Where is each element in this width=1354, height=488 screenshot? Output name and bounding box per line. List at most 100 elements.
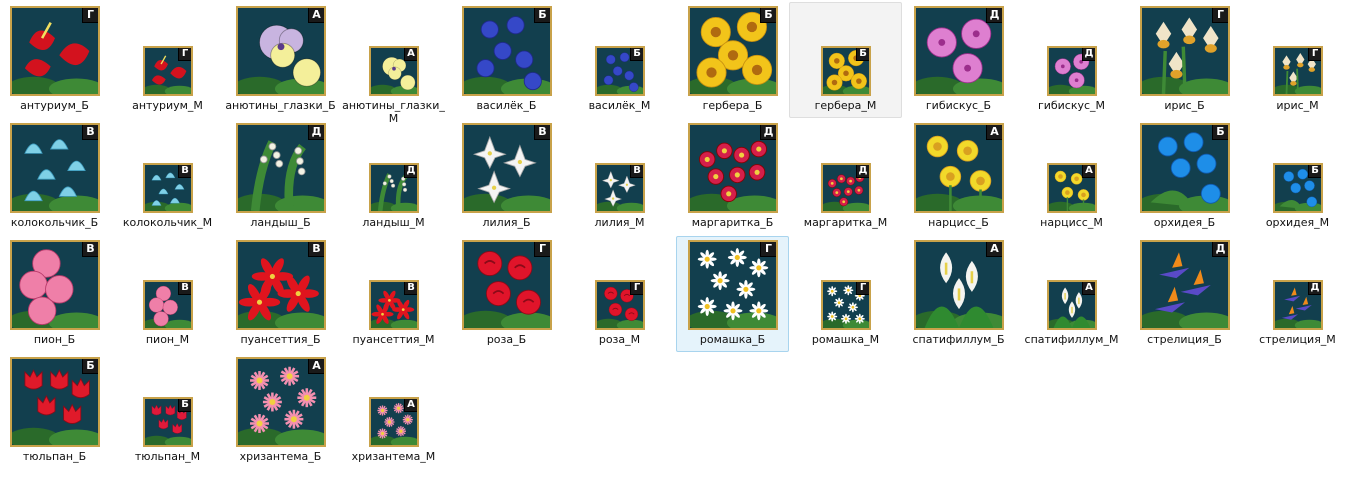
file-item[interactable]: Влилия_Б (450, 119, 563, 235)
file-thumbnail: А (369, 397, 419, 447)
file-thumbnail: В (236, 240, 326, 330)
file-item[interactable]: Анарцисс_М (1015, 119, 1128, 235)
file-name-label: антуриум_М (132, 99, 203, 112)
file-name-label: орхидея_М (1265, 216, 1330, 229)
file-item[interactable]: Гирис_М (1241, 2, 1354, 118)
file-item[interactable]: Гроза_Б (450, 236, 563, 352)
file-item[interactable]: Бгербера_М (789, 2, 902, 118)
file-name-label: колокольчик_М (122, 216, 213, 229)
file-name-label: хризантема_М (351, 450, 436, 463)
file-thumbnail: Д (1273, 280, 1323, 330)
file-item[interactable]: Бтюльпан_Б (0, 353, 111, 469)
file-name-label: орхидея_Б (1153, 216, 1216, 229)
file-name-label: пион_Б (33, 333, 76, 346)
file-name-label: нарцисс_М (1040, 216, 1103, 229)
file-name-label: гибискус_М (1037, 99, 1106, 112)
letter-badge: В (179, 282, 191, 294)
letter-badge: В (631, 165, 643, 177)
file-item[interactable]: Бгербера_Б (676, 2, 789, 118)
file-item[interactable]: Гантуриум_Б (0, 2, 111, 118)
file-item[interactable]: Борхидея_Б (1128, 119, 1241, 235)
letter-badge: В (309, 242, 324, 256)
file-item[interactable]: Влилия_М (563, 119, 676, 235)
file-thumbnail: А (914, 123, 1004, 213)
letter-badge: Б (179, 399, 191, 411)
file-item[interactable]: Громашка_Б (676, 236, 789, 352)
file-name-label: ландыш_Б (250, 216, 311, 229)
file-item[interactable]: Гроза_М (563, 236, 676, 352)
file-item[interactable]: Впион_Б (0, 236, 111, 352)
file-item[interactable]: Дгибискус_Б (902, 2, 1015, 118)
file-thumbnail: А (236, 6, 326, 96)
file-name-label: ирис_Б (1164, 99, 1205, 112)
file-item[interactable]: Вколокольчик_М (111, 119, 224, 235)
letter-badge: А (405, 399, 417, 411)
file-thumbnail: В (143, 280, 193, 330)
file-thumbnail: Б (595, 46, 645, 96)
file-thumbnail: А (1047, 280, 1097, 330)
letter-badge: Г (1213, 8, 1228, 22)
file-thumbnail: Б (688, 6, 778, 96)
file-thumbnail: Д (688, 123, 778, 213)
file-item[interactable]: Дландыш_М (337, 119, 450, 235)
file-item[interactable]: Ахризантема_М (337, 353, 450, 469)
file-item[interactable]: Впион_М (111, 236, 224, 352)
file-name-label: маргаритка_М (803, 216, 888, 229)
letter-badge: В (405, 282, 417, 294)
file-item[interactable]: Дландыш_Б (224, 119, 337, 235)
letter-badge: Д (1213, 242, 1228, 256)
file-item[interactable]: Гирис_Б (1128, 2, 1241, 118)
file-thumbnail: А (914, 240, 1004, 330)
file-item[interactable]: Впуансеттия_Б (224, 236, 337, 352)
file-thumbnail: В (595, 163, 645, 213)
letter-badge: Б (1309, 165, 1321, 177)
file-item[interactable]: Бвасилёк_Б (450, 2, 563, 118)
file-item[interactable]: Впуансеттия_М (337, 236, 450, 352)
file-name-label: стрелиция_Б (1147, 333, 1222, 346)
file-item[interactable]: Дгибискус_М (1015, 2, 1128, 118)
file-thumbnail: А (369, 46, 419, 96)
file-item[interactable]: Анарцисс_Б (902, 119, 1015, 235)
letter-badge: Д (405, 165, 417, 177)
file-name-label: гибискус_Б (925, 99, 992, 112)
file-name-label: ромашка_Б (699, 333, 766, 346)
file-name-label: спатифиллум_Б (912, 333, 1005, 346)
letter-badge: В (83, 242, 98, 256)
file-item[interactable]: Аанютины_глазки_М (337, 2, 450, 125)
file-item[interactable]: Бтюльпан_М (111, 353, 224, 469)
file-thumbnail: Б (1273, 163, 1323, 213)
letter-badge: Б (535, 8, 550, 22)
file-name-label: пуансеттия_Б (240, 333, 321, 346)
file-thumbnail: А (1047, 163, 1097, 213)
file-item[interactable]: Вколокольчик_Б (0, 119, 111, 235)
file-item[interactable]: Борхидея_М (1241, 119, 1354, 235)
letter-badge: Д (761, 125, 776, 139)
file-item[interactable]: Дмаргаритка_Б (676, 119, 789, 235)
file-name-label: гербера_М (814, 99, 877, 112)
file-thumbnail: Б (10, 357, 100, 447)
file-thumbnail: Б (462, 6, 552, 96)
file-thumbnail: Д (1047, 46, 1097, 96)
file-name-label: колокольчик_Б (10, 216, 99, 229)
file-name-label: лилия_М (594, 216, 645, 229)
file-item[interactable]: Гантуриум_М (111, 2, 224, 118)
file-name-label: маргаритка_Б (691, 216, 774, 229)
letter-badge: Д (309, 125, 324, 139)
file-item[interactable]: Громашка_М (789, 236, 902, 352)
file-name-label: антуриум_Б (20, 99, 89, 112)
letter-badge: Б (631, 48, 643, 60)
file-name-label: ландыш_М (362, 216, 425, 229)
file-name-label: тюльпан_Б (22, 450, 87, 463)
file-item[interactable]: Дстрелиция_М (1241, 236, 1354, 352)
letter-badge: В (83, 125, 98, 139)
file-item[interactable]: Бвасилёк_М (563, 2, 676, 118)
letter-badge: Д (1309, 282, 1321, 294)
file-item[interactable]: Ахризантема_Б (224, 353, 337, 469)
file-item[interactable]: Аанютины_глазки_Б (224, 2, 337, 118)
file-item[interactable]: Аспатифиллум_Б (902, 236, 1015, 352)
file-name-label: пуансеттия_М (352, 333, 435, 346)
file-item[interactable]: Аспатифиллум_М (1015, 236, 1128, 352)
file-name-label: лилия_Б (482, 216, 531, 229)
file-item[interactable]: Дмаргаритка_М (789, 119, 902, 235)
file-item[interactable]: Дстрелиция_Б (1128, 236, 1241, 352)
